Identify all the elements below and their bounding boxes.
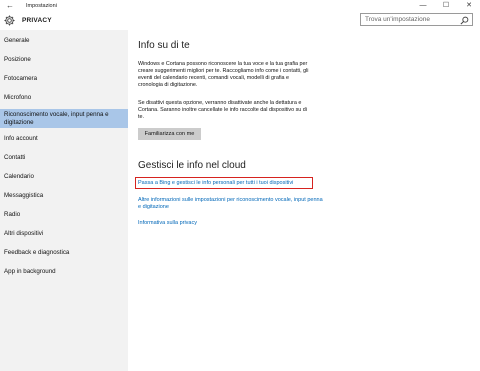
gear-icon [4, 15, 15, 26]
main-content: Info su di te Windows e Cortana possono … [128, 30, 480, 371]
sidebar-item-app-in-background[interactable]: App in background [0, 265, 128, 279]
sidebar-item-riconoscimento-vocale[interactable]: Riconoscimento vocale, input penna e dig… [0, 109, 128, 128]
sidebar-item-fotocamera[interactable]: Fotocamera [0, 72, 128, 86]
warning-paragraph: Se disattivi questa opzione, verranno di… [138, 100, 308, 120]
page-title: PRIVACY [22, 17, 52, 24]
search-box[interactable]: Trova un'impostazione [360, 13, 473, 26]
sidebar-item-label: Posizione [4, 56, 31, 63]
sidebar-item-label: Contatti [4, 154, 26, 161]
sidebar-item-posizione[interactable]: Posizione [0, 53, 128, 67]
search-icon[interactable] [460, 16, 469, 25]
sidebar-item-feedback-diagnostica[interactable]: Feedback e diagnostica [0, 246, 128, 260]
sidebar-item-label: Generale [4, 37, 30, 44]
sidebar-item-info-account[interactable]: Info account [0, 132, 128, 146]
description-paragraph: Windows e Cortana possono riconoscere la… [138, 61, 309, 88]
maximize-button[interactable]: ☐ [436, 0, 456, 12]
section-title-cloud: Gestisci le info nel cloud [138, 160, 246, 171]
sidebar-item-contatti[interactable]: Contatti [0, 151, 128, 165]
bing-manage-link[interactable]: Passa a Bing e gestisci le info personal… [138, 180, 323, 187]
sidebar-item-label: Feedback e diagnostica [4, 249, 70, 256]
more-info-link[interactable]: Altre informazioni sulle impostazioni pe… [138, 197, 323, 211]
sidebar-item-altri-dispositivi[interactable]: Altri dispositivi [0, 227, 128, 241]
sidebar: Generale Posizione Fotocamera Microfono … [0, 30, 128, 371]
sidebar-item-generale[interactable]: Generale [0, 34, 128, 48]
sidebar-item-messaggistica[interactable]: Messaggistica [0, 189, 128, 203]
sidebar-item-label: Calendario [4, 173, 34, 180]
sidebar-item-label: Messaggistica [4, 192, 44, 199]
window-title: Impostazioni [26, 3, 57, 9]
sidebar-item-label: Altri dispositivi [4, 230, 44, 237]
back-button[interactable]: ← [6, 0, 14, 12]
sidebar-item-label: Info account [4, 135, 38, 142]
close-button[interactable]: ✕ [459, 0, 479, 12]
sidebar-item-label: App in background [4, 268, 56, 275]
sidebar-item-calendario[interactable]: Calendario [0, 170, 128, 184]
privacy-statement-link[interactable]: Informativa sulla privacy [138, 220, 323, 227]
search-input[interactable]: Trova un'impostazione [365, 14, 430, 25]
sidebar-item-label: Riconoscimento vocale, input penna e dig… [4, 111, 109, 126]
sidebar-item-label: Fotocamera [4, 75, 38, 82]
sidebar-item-microfono[interactable]: Microfono [0, 91, 128, 105]
sidebar-item-label: Radio [4, 211, 21, 218]
sidebar-item-radio[interactable]: Radio [0, 208, 128, 222]
sidebar-item-label: Microfono [4, 94, 32, 101]
section-title-info: Info su di te [138, 40, 190, 51]
familiarizza-button[interactable]: Familiarizza con me [138, 128, 201, 140]
minimize-button[interactable]: — [413, 0, 433, 12]
title-bar: ← Impostazioni — ☐ ✕ [0, 0, 480, 12]
